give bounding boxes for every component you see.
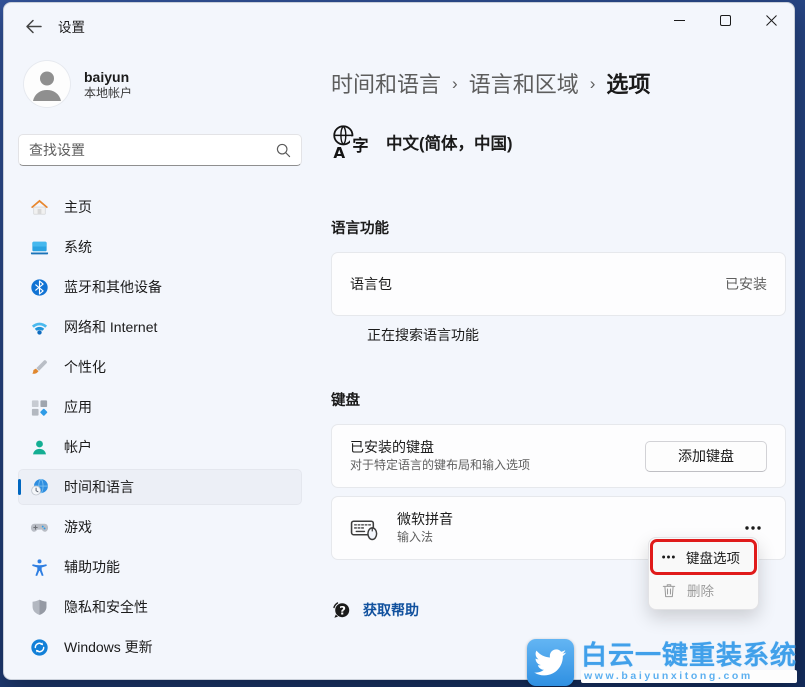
sidebar-item-label: 隐私和安全性: [64, 597, 148, 617]
breadcrumb-options: 选项: [606, 67, 650, 99]
account-type: 本地帐户: [84, 86, 132, 101]
minimize-icon: [674, 15, 685, 26]
accounts-icon: [30, 438, 49, 457]
svg-text:A: A: [333, 144, 345, 161]
back-arrow-icon: [25, 19, 42, 34]
back-button[interactable]: [16, 11, 50, 41]
sidebar-item-label: Windows 更新: [64, 637, 153, 657]
installed-keyboards-card: 已安装的键盘 对于特定语言的键布局和输入选项 添加键盘: [331, 424, 786, 488]
user-profile[interactable]: baiyun 本地帐户: [18, 61, 302, 107]
bluetooth-icon: [30, 278, 49, 297]
sidebar-item-label: 帐户: [64, 437, 92, 457]
window-controls: [656, 3, 794, 37]
ellipsis-icon: [745, 526, 761, 530]
sidebar: baiyun 本地帐户 主页: [4, 49, 316, 679]
ime-subtitle: 输入法: [397, 529, 453, 546]
sidebar-item-system[interactable]: 系统: [18, 229, 302, 265]
section-language-features: 语言功能: [331, 217, 794, 238]
language-pack-card: 语言包 已安装: [331, 252, 786, 316]
gaming-icon: [30, 518, 49, 537]
language-pack-status: 已安装: [725, 274, 767, 294]
sidebar-item-label: 系统: [64, 237, 92, 257]
search-box[interactable]: [18, 134, 302, 166]
network-icon: [30, 318, 49, 337]
maximize-icon: [720, 15, 731, 26]
translate-icon: 字 A: [331, 123, 369, 161]
context-menu: 键盘选项 删除: [648, 537, 759, 610]
get-help-link[interactable]: 获取帮助: [363, 600, 419, 620]
menu-item-label: 删除: [687, 580, 714, 600]
installed-keyboards-subtitle: 对于特定语言的键布局和输入选项: [350, 457, 530, 474]
sidebar-item-label: 应用: [64, 397, 92, 417]
installed-keyboards-title: 已安装的键盘: [350, 438, 530, 457]
close-icon: [766, 15, 777, 26]
personalization-icon: [30, 358, 49, 377]
help-icon: ?: [331, 600, 351, 620]
sidebar-item-network[interactable]: 网络和 Internet: [18, 309, 302, 345]
svg-text:?: ?: [339, 604, 346, 618]
sidebar-item-label: 蓝牙和其他设备: [64, 277, 162, 297]
search-input[interactable]: [29, 142, 276, 158]
menu-item-keyboard-options[interactable]: 键盘选项: [653, 542, 754, 572]
close-button[interactable]: [748, 3, 794, 37]
sidebar-item-personalization[interactable]: 个性化: [18, 349, 302, 385]
sidebar-item-windows-update[interactable]: Windows 更新: [18, 629, 302, 665]
windows-update-icon: [30, 638, 49, 657]
sidebar-nav: 主页 系统 蓝牙和其他设备: [18, 189, 302, 665]
bird-logo-icon: [527, 639, 574, 686]
svg-text:字: 字: [352, 136, 368, 155]
sidebar-item-label: 个性化: [64, 357, 106, 377]
add-keyboard-button[interactable]: 添加键盘: [645, 441, 767, 472]
breadcrumb-time-language[interactable]: 时间和语言: [331, 67, 441, 99]
sidebar-item-label: 时间和语言: [64, 477, 134, 497]
ime-title: 微软拼音: [397, 510, 453, 529]
breadcrumb-separator: ›: [590, 72, 596, 94]
sidebar-item-label: 网络和 Internet: [64, 317, 157, 337]
privacy-icon: [30, 598, 49, 617]
breadcrumb: 时间和语言 › 语言和区域 › 选项: [331, 67, 794, 99]
sidebar-item-bluetooth[interactable]: 蓝牙和其他设备: [18, 269, 302, 305]
sidebar-item-label: 游戏: [64, 517, 92, 537]
selected-indicator: [18, 479, 21, 495]
sidebar-item-accessibility[interactable]: 辅助功能: [18, 549, 302, 585]
apps-icon: [30, 398, 49, 417]
breadcrumb-separator: ›: [452, 72, 458, 94]
minimize-button[interactable]: [656, 3, 702, 37]
language-pack-label: 语言包: [350, 275, 392, 294]
menu-item-label: 键盘选项: [686, 547, 740, 567]
searching-status: 正在搜索语言功能: [367, 325, 794, 345]
home-icon: [30, 198, 49, 217]
ellipsis-icon: [662, 555, 675, 559]
watermark-title: 白云一键重装系统: [581, 642, 797, 668]
sidebar-item-apps[interactable]: 应用: [18, 389, 302, 425]
watermark-url: www.baiyunxitong.com: [581, 670, 797, 683]
sidebar-item-gaming[interactable]: 游戏: [18, 509, 302, 545]
window-title: 设置: [58, 16, 85, 36]
trash-icon: [662, 583, 676, 598]
maximize-button[interactable]: [702, 3, 748, 37]
watermark: 白云一键重装系统 www.baiyunxitong.com: [527, 639, 797, 686]
avatar: [24, 61, 70, 107]
sidebar-item-accounts[interactable]: 帐户: [18, 429, 302, 465]
time-language-icon: [30, 478, 49, 497]
keyboard-mouse-icon: [350, 514, 379, 543]
language-header: 字 A 中文(简体，中国): [331, 123, 794, 161]
sidebar-item-label: 辅助功能: [64, 557, 120, 577]
system-icon: [30, 238, 49, 257]
user-name: baiyun: [84, 68, 132, 86]
sidebar-item-home[interactable]: 主页: [18, 189, 302, 225]
titlebar: 设置: [4, 3, 794, 49]
accessibility-icon: [30, 558, 49, 577]
breadcrumb-language-region[interactable]: 语言和区域: [469, 67, 579, 99]
section-keyboard: 键盘: [331, 389, 794, 410]
sidebar-item-privacy[interactable]: 隐私和安全性: [18, 589, 302, 625]
search-icon: [276, 143, 291, 158]
sidebar-item-label: 主页: [64, 197, 92, 217]
language-name: 中文(简体，中国): [386, 130, 513, 154]
menu-item-delete[interactable]: 删除: [653, 575, 754, 605]
sidebar-item-time-language[interactable]: 时间和语言: [18, 469, 302, 505]
